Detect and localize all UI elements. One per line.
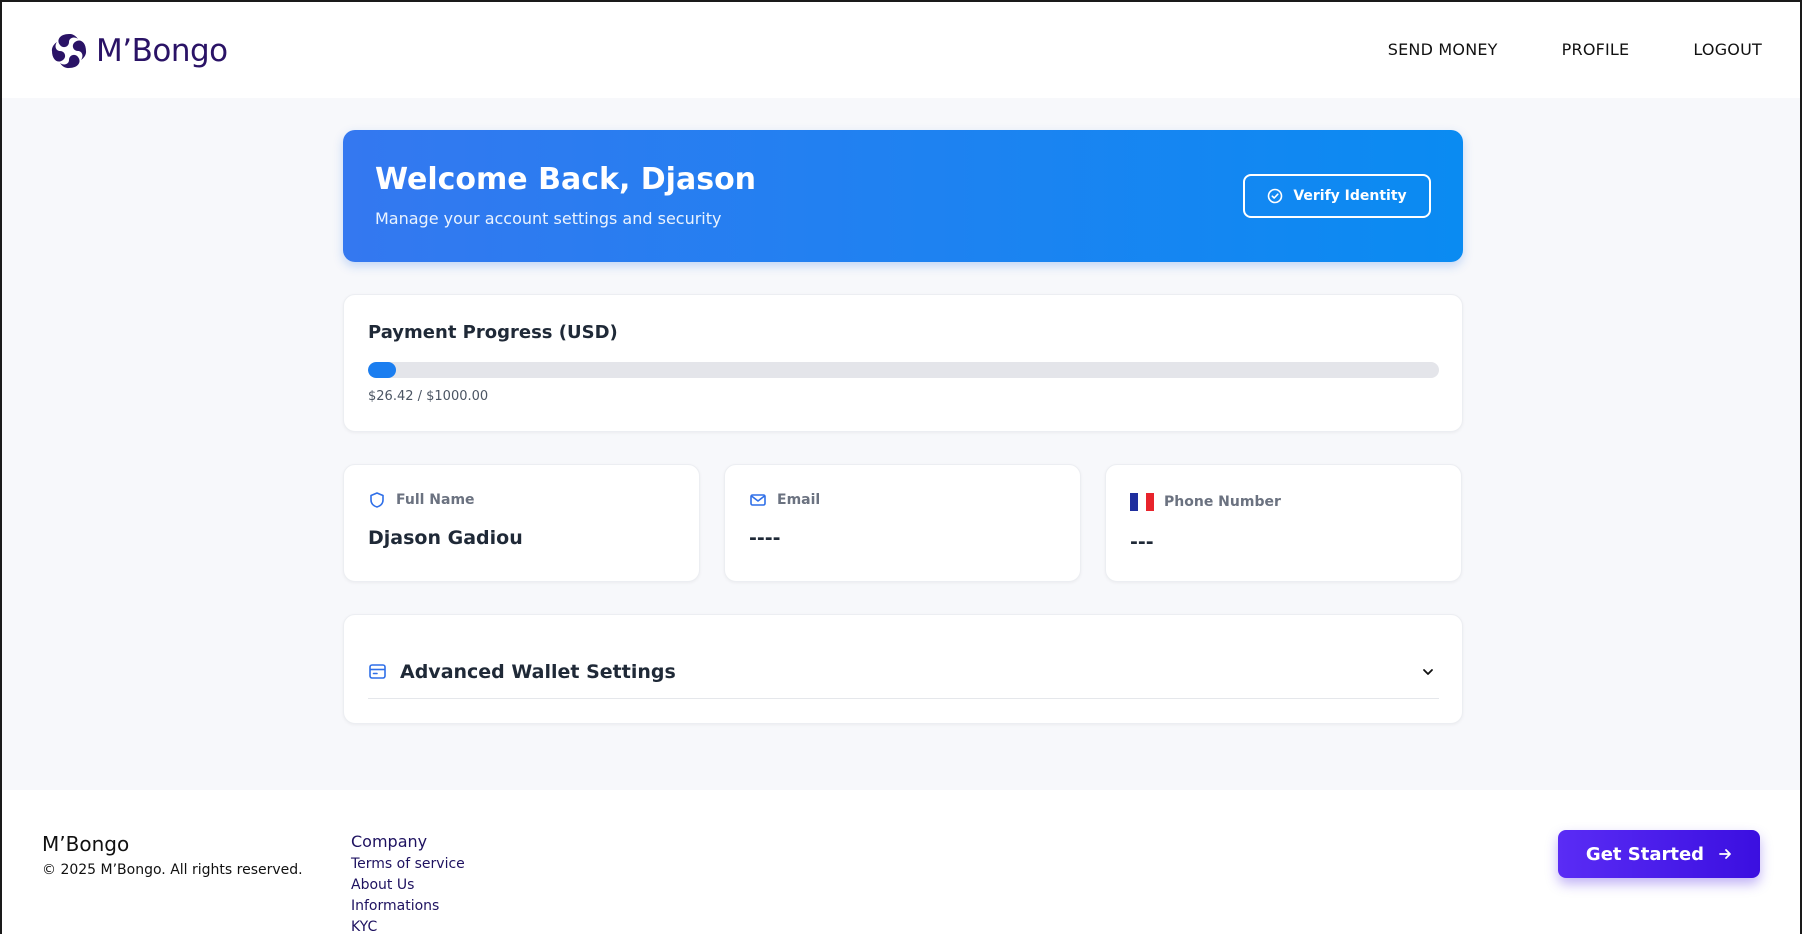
nav-logout[interactable]: LOGOUT <box>1693 40 1762 59</box>
main-content: Welcome Back, Djason Manage your account… <box>343 130 1463 724</box>
footer-link-terms[interactable]: Terms of service <box>351 854 465 875</box>
get-started-button[interactable]: Get Started <box>1558 830 1760 878</box>
brand-name: M’Bongo <box>96 33 228 69</box>
full-name-card: Full Name Djason Gadiou <box>343 464 700 582</box>
swirl-logo-icon <box>51 33 87 69</box>
payment-progress-amount: $26.42 / $1000.00 <box>368 389 489 404</box>
payment-progress-track <box>368 362 1439 378</box>
verify-identity-button[interactable]: Verify Identity <box>1243 174 1431 218</box>
main-nav: SEND MONEY PROFILE LOGOUT <box>1388 40 1762 59</box>
advanced-wallet-settings-title: Advanced Wallet Settings <box>400 660 676 683</box>
footer-copyright: © 2025 M’Bongo. All rights reserved. <box>42 862 303 878</box>
full-name-value: Djason Gadiou <box>368 527 523 549</box>
check-circle-icon <box>1268 188 1283 204</box>
phone-value: --- <box>1130 531 1154 553</box>
email-value: ---- <box>749 527 781 549</box>
phone-header: Phone Number <box>1130 493 1281 511</box>
payment-progress-fill <box>368 362 397 378</box>
welcome-banner: Welcome Back, Djason Manage your account… <box>343 130 1463 262</box>
email-card: Email ---- <box>724 464 1081 582</box>
phone-label: Phone Number <box>1164 494 1281 510</box>
full-name-header: Full Name <box>368 491 475 509</box>
advanced-wallet-settings-toggle[interactable]: Advanced Wallet Settings <box>368 645 1439 699</box>
wallet-icon <box>369 664 386 679</box>
chevron-down-icon <box>1423 668 1433 675</box>
phone-card: Phone Number --- <box>1105 464 1462 582</box>
footer-company-heading: Company <box>351 832 428 851</box>
page-footer: M’Bongo © 2025 M’Bongo. All rights reser… <box>2 790 1800 934</box>
top-header: M’Bongo SEND MONEY PROFILE LOGOUT <box>2 2 1800 98</box>
email-header: Email <box>749 491 820 509</box>
payment-progress-title: Payment Progress (USD) <box>368 322 618 343</box>
nav-send-money[interactable]: SEND MONEY <box>1388 40 1498 59</box>
france-flag-icon <box>1130 493 1154 511</box>
footer-link-about[interactable]: About Us <box>351 875 465 896</box>
nav-profile[interactable]: PROFILE <box>1562 40 1630 59</box>
brand-logo[interactable]: M’Bongo <box>48 30 228 72</box>
mail-icon <box>750 494 766 506</box>
full-name-label: Full Name <box>396 492 475 508</box>
welcome-title: Welcome Back, Djason <box>375 162 757 197</box>
footer-link-kyc[interactable]: KYC <box>351 917 465 934</box>
footer-company-links: Company Terms of service About Us Inform… <box>351 832 465 934</box>
account-info-row: Full Name Djason Gadiou Email ---- Phone… <box>343 464 1463 582</box>
shield-icon <box>370 492 384 508</box>
footer-link-informations[interactable]: Informations <box>351 896 465 917</box>
verify-identity-label: Verify Identity <box>1293 188 1407 204</box>
advanced-wallet-settings-card: Advanced Wallet Settings <box>343 614 1463 724</box>
welcome-subtitle: Manage your account settings and securit… <box>375 209 722 228</box>
email-label: Email <box>777 492 821 508</box>
get-started-label: Get Started <box>1585 843 1705 865</box>
footer-brand: M’Bongo <box>42 832 130 856</box>
payment-progress-card: Payment Progress (USD) $26.42 / $1000.00 <box>343 294 1463 432</box>
arrow-right-icon <box>1719 849 1731 859</box>
